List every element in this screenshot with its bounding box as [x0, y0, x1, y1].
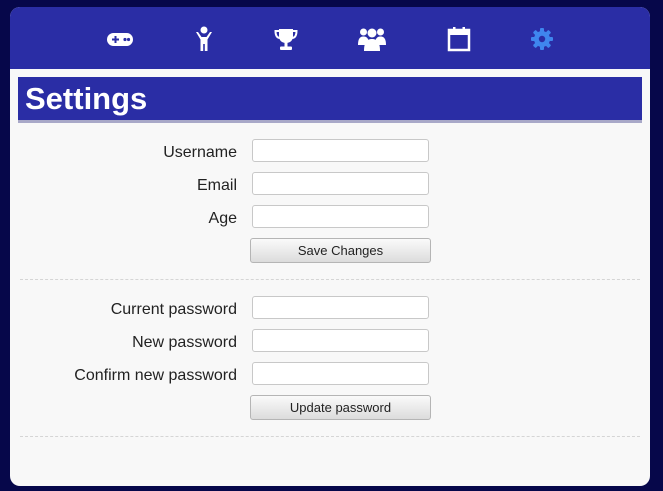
group-icon — [358, 28, 386, 51]
trophy-icon — [274, 29, 298, 50]
new-password-input[interactable] — [252, 329, 429, 352]
page-title: Settings — [25, 81, 148, 116]
section-divider-bottom — [20, 436, 640, 437]
age-input[interactable] — [252, 205, 429, 228]
new-password-label: New password — [132, 334, 237, 351]
app-window: Settings Username Email Age Save Changes… — [10, 7, 650, 486]
email-label: Email — [196, 177, 237, 194]
age-label: Age — [208, 210, 237, 227]
current-password-label: Current password — [110, 301, 237, 318]
person-icon — [196, 26, 212, 51]
page-title-bar: Settings — [18, 77, 642, 123]
calendar-icon — [447, 27, 471, 52]
current-password-input[interactable] — [252, 296, 429, 319]
confirm-password-label: Confirm new password — [74, 367, 237, 384]
gear-icon — [531, 28, 553, 50]
nav-player[interactable] — [186, 21, 222, 57]
section-divider — [20, 279, 640, 280]
confirm-password-input[interactable] — [252, 362, 429, 385]
save-changes-button[interactable]: Save Changes — [250, 238, 431, 263]
gamepad-icon — [107, 33, 133, 46]
nav-achievements[interactable] — [268, 21, 304, 57]
nav-friends[interactable] — [354, 21, 390, 57]
username-label: Username — [163, 144, 237, 161]
nav-calendar[interactable] — [441, 21, 477, 57]
nav-games[interactable] — [102, 21, 138, 57]
email-input[interactable] — [252, 172, 429, 195]
update-password-button[interactable]: Update password — [250, 395, 431, 420]
top-nav-bar — [10, 7, 650, 69]
username-input[interactable] — [252, 139, 429, 162]
nav-settings[interactable] — [524, 21, 560, 57]
